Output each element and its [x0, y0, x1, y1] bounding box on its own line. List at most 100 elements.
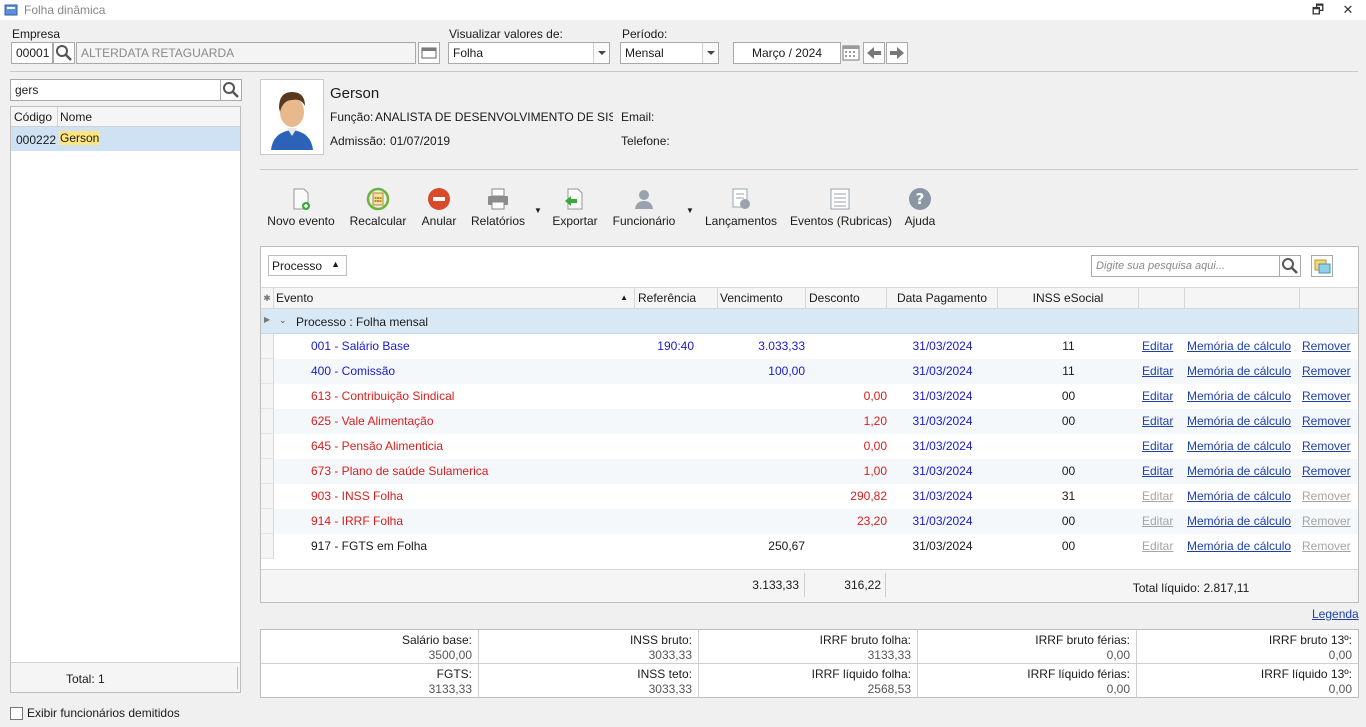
- editar-link[interactable]: Editar: [1142, 459, 1173, 484]
- memoria-calculo-link[interactable]: Memória de cálculo: [1187, 384, 1291, 409]
- grid-search-input[interactable]: Digite sua pesquisa aqui...: [1091, 255, 1281, 277]
- table-row[interactable]: 914 - IRRF Folha 23,20 31/03/2024 00 Editar M…: [261, 509, 1358, 534]
- grid-search-button[interactable]: [1279, 255, 1301, 277]
- col-evento[interactable]: Evento ▲: [274, 288, 635, 308]
- restore-icon[interactable]: 🗗: [1310, 2, 1326, 18]
- employee-search-button[interactable]: [220, 79, 242, 101]
- memoria-calculo-link[interactable]: Memória de cálculo: [1187, 459, 1291, 484]
- remover-link[interactable]: Remover: [1302, 334, 1351, 359]
- memoria-calculo-link[interactable]: Memória de cálculo: [1187, 334, 1291, 359]
- row-indicator[interactable]: [261, 409, 274, 434]
- legenda-link[interactable]: Legenda: [1312, 607, 1359, 621]
- periodo-select[interactable]: Mensal: [620, 42, 719, 64]
- exportar-button[interactable]: Exportar: [551, 187, 599, 235]
- empresa-code-input[interactable]: 00001: [11, 42, 53, 64]
- editar-link[interactable]: Editar: [1142, 534, 1173, 559]
- editar-link[interactable]: Editar: [1142, 484, 1173, 509]
- group-row[interactable]: ▶ ⌄ Processo : Folha mensal: [261, 309, 1358, 334]
- remover-link[interactable]: Remover: [1302, 409, 1351, 434]
- ajuda-button[interactable]: ? Ajuda: [902, 187, 938, 235]
- visualizar-select[interactable]: Folha: [448, 42, 610, 64]
- irrf-bruto-ferias-label: IRRF bruto férias:: [1035, 633, 1130, 647]
- novo-evento-button[interactable]: Novo evento: [265, 187, 337, 235]
- eventos-rubricas-button[interactable]: Eventos (Rubricas): [790, 187, 892, 235]
- col-nome[interactable]: Nome: [60, 110, 92, 124]
- row-indicator[interactable]: [261, 459, 274, 484]
- table-row[interactable]: 625 - Vale Alimentação 1,20 31/03/2024 00 Ed…: [261, 409, 1358, 434]
- table-row[interactable]: 645 - Pensão Alimenticia 0,00 31/03/2024 Ed…: [261, 434, 1358, 459]
- row-indicator[interactable]: [261, 534, 274, 559]
- memoria-calculo-link[interactable]: Memória de cálculo: [1187, 534, 1291, 559]
- editar-link[interactable]: Editar: [1142, 434, 1173, 459]
- row-indicator[interactable]: [261, 434, 274, 459]
- app-icon: [4, 4, 18, 16]
- row-indicator[interactable]: [261, 359, 274, 384]
- editar-link[interactable]: Editar: [1142, 359, 1173, 384]
- editar-link[interactable]: Editar: [1142, 334, 1173, 359]
- table-row[interactable]: 001 - Salário Base 190:40 3.033,33 31/03/20…: [261, 334, 1358, 359]
- row-indicator[interactable]: [261, 384, 274, 409]
- table-row[interactable]: 613 - Contribuição Sindical 0,00 31/03/202…: [261, 384, 1358, 409]
- col-referencia[interactable]: Referência: [635, 288, 718, 308]
- empresa-details-button[interactable]: [418, 42, 440, 64]
- row-indicator[interactable]: [261, 484, 274, 509]
- irrf-liquido-13-label: IRRF líquido 13º:: [1260, 667, 1352, 681]
- table-row[interactable]: 400 - Comissão 100,00 31/03/2024 11 Editar Me…: [261, 359, 1358, 384]
- col-vencimento[interactable]: Vencimento: [718, 288, 806, 308]
- data-pagamento-cell: 31/03/2024: [912, 339, 973, 353]
- inss-bruto-label: INSS bruto:: [629, 633, 692, 647]
- grid-filter-button[interactable]: [1311, 255, 1333, 277]
- anular-button[interactable]: Anular: [418, 187, 460, 235]
- recalcular-button[interactable]: Recalcular: [349, 187, 407, 235]
- memoria-calculo-link[interactable]: Memória de cálculo: [1187, 509, 1291, 534]
- remover-link[interactable]: Remover: [1302, 434, 1351, 459]
- row-indicator[interactable]: [261, 334, 274, 359]
- sort-asc-icon: ▲: [620, 293, 628, 302]
- table-row[interactable]: 673 - Plano de saúde Sulamerica 1,00 31/03…: [261, 459, 1358, 484]
- col-inss-esocial[interactable]: INSS eSocial: [998, 288, 1139, 308]
- remover-link[interactable]: Remover: [1302, 359, 1351, 384]
- col-desconto[interactable]: Desconto: [806, 288, 887, 308]
- table-row[interactable]: 903 - INSS Folha 290,82 31/03/2024 31 Editar…: [261, 484, 1358, 509]
- evento-cell: 625 - Vale Alimentação: [311, 414, 434, 428]
- vencimento-cell: [718, 509, 805, 534]
- next-period-button[interactable]: [886, 42, 908, 64]
- previous-period-button[interactable]: [863, 42, 885, 64]
- memoria-calculo-link[interactable]: Memória de cálculo: [1187, 359, 1291, 384]
- employee-row[interactable]: 000222 Gerson: [11, 127, 240, 151]
- exibir-demitidos-checkbox[interactable]: [10, 707, 23, 720]
- memoria-calculo-link[interactable]: Memória de cálculo: [1187, 484, 1291, 509]
- col-codigo[interactable]: Código: [14, 110, 52, 124]
- employee-profile-name: Gerson: [330, 85, 380, 102]
- lancamentos-button[interactable]: Lançamentos: [703, 187, 779, 235]
- row-indicator[interactable]: [261, 509, 274, 534]
- remover-link[interactable]: Remover: [1302, 484, 1351, 509]
- memoria-calculo-link[interactable]: Memória de cálculo: [1187, 434, 1291, 459]
- col-data-pagamento[interactable]: Data Pagamento: [887, 288, 998, 308]
- funcionario-dropdown-icon[interactable]: ▼: [686, 206, 694, 215]
- evento-cell: 903 - INSS Folha: [311, 489, 404, 503]
- periodo-date-input[interactable]: Março / 2024: [733, 42, 841, 64]
- inss-esocial-cell: 00: [1061, 514, 1076, 528]
- editar-link[interactable]: Editar: [1142, 409, 1173, 434]
- inss-bruto-value: 3033,33: [648, 648, 692, 662]
- funcionario-button[interactable]: Funcionário: [611, 187, 677, 235]
- memoria-calculo-link[interactable]: Memória de cálculo: [1187, 409, 1291, 434]
- editar-link[interactable]: Editar: [1142, 509, 1173, 534]
- remover-link[interactable]: Remover: [1302, 459, 1351, 484]
- close-icon[interactable]: ✕: [1340, 2, 1356, 18]
- empresa-search-button[interactable]: [53, 42, 75, 64]
- employee-search-input[interactable]: gers: [10, 79, 221, 101]
- remover-link[interactable]: Remover: [1302, 534, 1351, 559]
- chevron-down-icon[interactable]: ⌄: [279, 315, 287, 326]
- relatorios-dropdown-icon[interactable]: ▼: [534, 206, 542, 215]
- table-row[interactable]: 917 - FGTS em Folha 250,67 31/03/2024 00 Edi…: [261, 534, 1358, 559]
- exibir-demitidos-label: Exibir funcionários demitidos: [27, 706, 180, 720]
- relatorios-button[interactable]: Relatórios: [470, 187, 526, 235]
- editar-link[interactable]: Editar: [1142, 384, 1173, 409]
- remover-link[interactable]: Remover: [1302, 384, 1351, 409]
- remover-link[interactable]: Remover: [1302, 509, 1351, 534]
- group-by-processo-button[interactable]: Processo ▲: [268, 255, 347, 276]
- desconto-cell: 23,20: [856, 514, 887, 528]
- calendar-button[interactable]: [841, 43, 861, 63]
